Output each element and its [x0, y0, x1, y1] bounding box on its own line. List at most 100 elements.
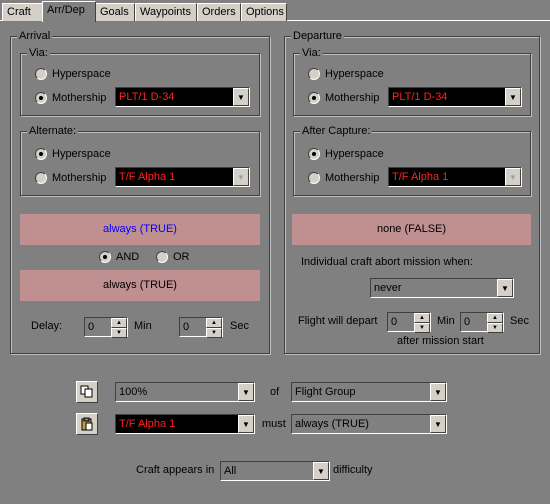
group-type-select[interactable]: Flight Group ▼	[291, 382, 447, 402]
arrival-via-mothership-radio[interactable]: Mothership	[35, 90, 106, 106]
select-value: always (TRUE)	[295, 418, 369, 430]
chevron-down-icon[interactable]: ▼	[238, 383, 254, 401]
spin-up-icon[interactable]: ▲	[487, 313, 503, 323]
select-value: PLT/1 D-34	[119, 91, 175, 103]
radio-label: OR	[173, 251, 190, 263]
arrival-via-title: Via:	[27, 47, 50, 60]
arrival-alt-mothership-radio[interactable]: Mothership	[35, 170, 106, 186]
departure-via-hyperspace-radio[interactable]: Hyperspace	[308, 66, 384, 82]
arrival-or-radio[interactable]: OR	[156, 249, 190, 265]
departure-condition[interactable]: none (FALSE)	[292, 214, 531, 245]
radio-indicator[interactable]	[308, 68, 320, 80]
paste-icon[interactable]	[76, 413, 98, 435]
difficulty-label: difficulty	[333, 464, 373, 476]
spinner-value[interactable]: 0	[388, 313, 414, 331]
departure-sec-spinner[interactable]: 0 ▲ ▼	[460, 312, 504, 333]
arrival-and-radio[interactable]: AND	[99, 249, 139, 265]
radio-indicator[interactable]	[308, 172, 320, 184]
spinner-value[interactable]: 0	[461, 313, 487, 331]
select-value: Flight Group	[295, 386, 356, 398]
tab-arr-dep[interactable]: Arr/Dep	[42, 1, 96, 22]
must-condition-select[interactable]: always (TRUE) ▼	[291, 414, 447, 434]
spin-down-icon[interactable]: ▼	[111, 328, 127, 338]
departure-via-title: Via:	[300, 47, 323, 60]
spin-up-icon[interactable]: ▲	[414, 313, 430, 323]
radio-indicator[interactable]	[156, 251, 168, 263]
radio-indicator[interactable]	[35, 68, 47, 80]
arrival-alt-mothership-select[interactable]: T/F Alpha 1 ▼	[115, 167, 250, 187]
depart-label: Flight will depart	[298, 315, 378, 327]
spinner-value[interactable]: 0	[180, 318, 206, 336]
craft-select[interactable]: T/F Alpha 1 ▼	[115, 414, 255, 434]
abort-label: Individual craft abort mission when:	[301, 256, 473, 268]
abort-condition-select[interactable]: never ▼	[370, 278, 514, 298]
after-mission-start-label: after mission start	[397, 335, 484, 347]
arrival-via-hyperspace-radio[interactable]: Hyperspace	[35, 66, 111, 82]
tab-options[interactable]: Options	[241, 3, 287, 21]
select-value: All	[224, 465, 237, 477]
arrival-alternate-title: Alternate:	[27, 125, 79, 138]
chevron-down-icon[interactable]: ▼	[430, 415, 446, 433]
departure-after-capture-title: After Capture:	[300, 125, 373, 138]
radio-indicator[interactable]	[308, 92, 320, 104]
of-label: of	[270, 386, 280, 398]
radio-indicator[interactable]	[308, 148, 320, 160]
min-label: Min	[437, 315, 455, 327]
arrival-alt-hyperspace-radio[interactable]: Hyperspace	[35, 146, 111, 162]
select-value: never	[374, 282, 402, 294]
departure-capture-mothership-radio[interactable]: Mothership	[308, 170, 379, 186]
chevron-down-icon[interactable]: ▼	[313, 462, 329, 480]
spin-up-icon[interactable]: ▲	[206, 318, 222, 328]
arrival-condition-1[interactable]: always (TRUE)	[20, 214, 260, 245]
departure-via-mothership-radio[interactable]: Mothership	[308, 90, 379, 106]
select-value: T/F Alpha 1	[392, 171, 449, 183]
sec-label: Sec	[230, 320, 249, 332]
arrival-condition-2[interactable]: always (TRUE)	[20, 270, 260, 301]
radio-label: Hyperspace	[325, 68, 384, 80]
tab-waypoints[interactable]: Waypoints	[135, 3, 197, 21]
radio-indicator[interactable]	[35, 148, 47, 160]
tab-goals[interactable]: Goals	[95, 3, 135, 21]
departure-title: Departure	[291, 30, 344, 43]
spin-up-icon[interactable]: ▲	[111, 318, 127, 328]
radio-label: AND	[116, 251, 140, 263]
departure-capture-hyperspace-radio[interactable]: Hyperspace	[308, 146, 384, 162]
radio-label: Mothership	[52, 92, 107, 104]
chevron-down-icon[interactable]: ▼	[505, 88, 521, 106]
radio-label: Hyperspace	[325, 148, 384, 160]
spin-down-icon[interactable]: ▼	[414, 323, 430, 333]
spinner-value[interactable]: 0	[85, 318, 111, 336]
departure-capture-mothership-select[interactable]: T/F Alpha 1 ▼	[388, 167, 522, 187]
chevron-down-icon[interactable]: ▼	[233, 88, 249, 106]
sec-label: Sec	[510, 315, 529, 327]
arrival-delay-sec-spinner[interactable]: 0 ▲ ▼	[179, 317, 223, 338]
departure-min-spinner[interactable]: 0 ▲ ▼	[387, 312, 431, 333]
select-value: 100%	[119, 386, 148, 398]
min-label: Min	[134, 320, 152, 332]
spin-down-icon[interactable]: ▼	[487, 323, 503, 333]
radio-label: Mothership	[325, 172, 380, 184]
difficulty-select[interactable]: All ▼	[220, 461, 330, 481]
chevron-down-icon[interactable]: ▼	[233, 168, 249, 186]
chevron-down-icon[interactable]: ▼	[430, 383, 446, 401]
radio-label: Hyperspace	[52, 68, 111, 80]
radio-indicator[interactable]	[35, 172, 47, 184]
select-value: PLT/1 D-34	[392, 91, 448, 103]
radio-label: Mothership	[325, 92, 380, 104]
radio-indicator[interactable]	[35, 92, 47, 104]
chevron-down-icon[interactable]: ▼	[505, 168, 521, 186]
percent-select[interactable]: 100% ▼	[115, 382, 255, 402]
copy-icon[interactable]	[76, 381, 98, 403]
arrival-mothership-select[interactable]: PLT/1 D-34 ▼	[115, 87, 250, 107]
chevron-down-icon[interactable]: ▼	[497, 279, 513, 297]
departure-mothership-select[interactable]: PLT/1 D-34 ▼	[388, 87, 522, 107]
chevron-down-icon[interactable]: ▼	[238, 415, 254, 433]
delay-label: Delay:	[31, 320, 63, 332]
tab-craft[interactable]: Craft	[2, 3, 44, 21]
appears-label: Craft appears in	[136, 464, 215, 476]
must-label: must	[262, 418, 286, 430]
arrival-delay-min-spinner[interactable]: 0 ▲ ▼	[84, 317, 128, 338]
spin-down-icon[interactable]: ▼	[206, 328, 222, 338]
tab-orders[interactable]: Orders	[197, 3, 241, 21]
radio-indicator[interactable]	[99, 251, 111, 263]
